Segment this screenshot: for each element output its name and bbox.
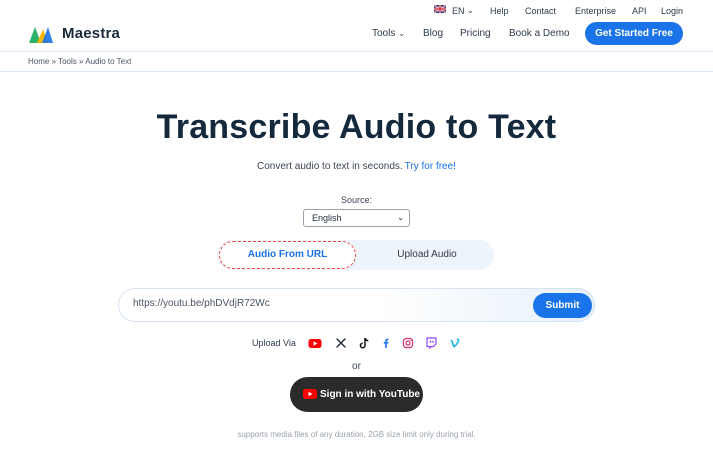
input-mode-tabs: Audio From URL Upload Audio [217, 240, 494, 270]
nav-tools-label: Tools [372, 28, 396, 39]
login-link[interactable]: Login [661, 6, 683, 16]
language-selector[interactable]: EN [452, 6, 465, 16]
breadcrumb-separator: » [49, 57, 59, 66]
twitch-icon[interactable] [424, 336, 438, 350]
tab-upload-audio[interactable]: Upload Audio [367, 240, 487, 270]
try-free-link[interactable]: Try for free! [405, 161, 456, 172]
tiktok-icon[interactable] [357, 336, 371, 350]
upload-limit-note: supports media files of any duration, 2G… [237, 430, 476, 439]
submit-button[interactable]: Submit [533, 293, 592, 318]
uk-flag-icon[interactable] [434, 5, 446, 13]
breadcrumb-separator: » [76, 57, 86, 66]
breadcrumb-divider [0, 71, 713, 72]
source-language-select[interactable]: English ⌄ [303, 209, 410, 227]
page-subtitle: Convert audio to text in seconds. Try for… [0, 161, 713, 172]
help-link[interactable]: Help [490, 6, 509, 16]
sign-in-youtube-button[interactable]: Sign in with YouTube [290, 377, 423, 412]
chevron-down-icon: ⌄ [397, 213, 404, 222]
enterprise-link[interactable]: Enterprise [575, 6, 616, 16]
sign-in-youtube-label: Sign in with YouTube [320, 389, 420, 400]
nav-divider [0, 51, 713, 52]
url-input-container: Submit [118, 288, 595, 322]
contact-link[interactable]: Contact [525, 6, 556, 16]
media-url-input[interactable] [133, 298, 513, 309]
youtube-icon [303, 389, 317, 399]
breadcrumb: Home » Tools » Audio to Text [28, 57, 131, 66]
page-title: Transcribe Audio to Text [156, 108, 557, 146]
subtitle-text: Convert audio to text in seconds. [257, 161, 403, 172]
facebook-icon[interactable] [379, 336, 393, 350]
nav-book-demo[interactable]: Book a Demo [509, 28, 570, 39]
x-icon[interactable] [334, 336, 348, 350]
source-label: Source: [340, 195, 373, 205]
get-started-button[interactable]: Get Started Free [585, 22, 683, 45]
nav-pricing[interactable]: Pricing [460, 28, 491, 39]
chevron-down-icon: ⌄ [398, 29, 406, 38]
or-separator: or [352, 361, 361, 372]
upload-via-label: Upload Via [252, 338, 296, 348]
tab-audio-from-url[interactable]: Audio From URL [219, 241, 356, 269]
instagram-icon[interactable] [401, 336, 415, 350]
nav-blog[interactable]: Blog [423, 28, 443, 39]
api-link[interactable]: API [632, 6, 647, 16]
chevron-down-icon[interactable]: ⌄ [467, 6, 474, 15]
maestra-logo-icon[interactable] [28, 24, 54, 44]
utility-bar: EN ⌄ Help Contact Enterprise API Login [0, 0, 713, 22]
youtube-icon[interactable] [308, 336, 322, 350]
source-selected-value: English [312, 213, 342, 223]
breadcrumb-tools[interactable]: Tools [58, 57, 77, 66]
nav-tools[interactable]: Tools ⌄ [372, 28, 405, 39]
brand-name[interactable]: Maestra [62, 25, 120, 42]
breadcrumb-current: Audio to Text [85, 57, 132, 66]
breadcrumb-home[interactable]: Home [28, 57, 49, 66]
vimeo-icon[interactable] [448, 336, 462, 350]
